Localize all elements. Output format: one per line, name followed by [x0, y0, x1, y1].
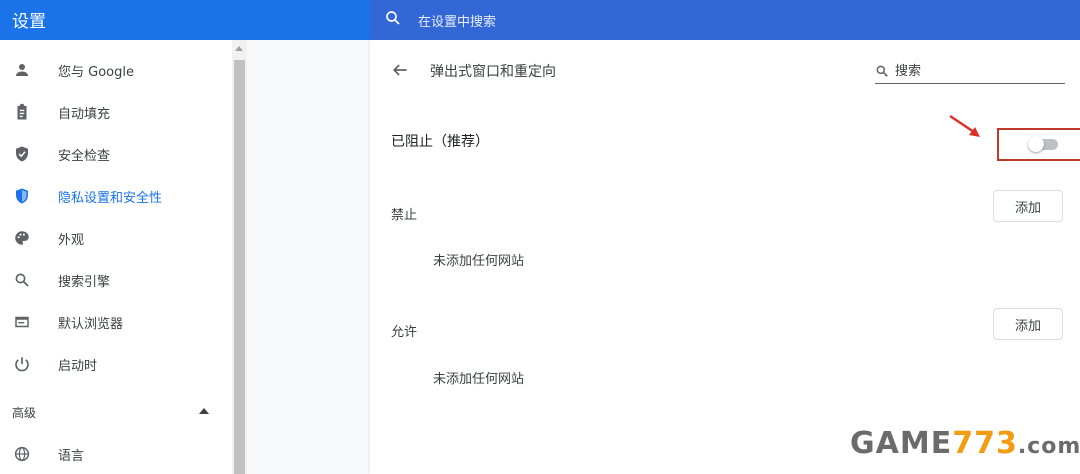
sidebar-item-you-and-google[interactable]: 您与 Google	[0, 50, 232, 90]
watermark-number: 773	[952, 426, 1018, 461]
block-empty-text: 未添加任何网站	[433, 254, 525, 269]
popups-panel: 弹出式窗口和重定向 已阻止（推荐） 禁止 添加 未添加任何网站 允许 添加 未添…	[370, 40, 1080, 474]
panel-title: 弹出式窗口和重定向	[430, 64, 556, 80]
toggle-knob	[1028, 136, 1044, 152]
add-blocked-site-button[interactable]: 添加	[993, 190, 1063, 222]
title-area: 设置	[0, 0, 370, 40]
globe-icon	[12, 444, 32, 464]
add-allowed-site-button[interactable]: 添加	[993, 308, 1063, 340]
block-section-label: 禁止	[391, 208, 418, 223]
sidebar-item-label: 搜索引擎	[58, 274, 111, 290]
panel-search-input[interactable]	[895, 60, 1063, 82]
blocked-recommended-label: 已阻止（推荐）	[391, 134, 489, 150]
watermark-game: GAME	[850, 426, 953, 461]
search-icon	[384, 9, 402, 31]
sidebar-item-appearance[interactable]: 外观	[0, 218, 232, 258]
advanced-label: 高级	[12, 405, 37, 420]
page-title: 设置	[12, 12, 46, 32]
sidebar-item-autofill[interactable]: 自动填充	[0, 92, 232, 132]
allow-empty-text: 未添加任何网站	[433, 372, 525, 387]
sidebar-item-label: 安全检查	[58, 148, 111, 164]
back-button[interactable]	[390, 60, 410, 80]
popups-blocked-toggle[interactable]	[1028, 136, 1060, 152]
sidebar-item-label: 外观	[58, 232, 85, 248]
sidebar-item-label: 启动时	[58, 358, 98, 374]
sidebar-item-default-browser[interactable]: 默认浏览器	[0, 302, 232, 342]
content-gutter	[247, 40, 370, 474]
shield-check-icon	[12, 144, 32, 164]
sidebar-item-label: 默认浏览器	[58, 316, 124, 332]
sidebar-item-label: 隐私设置和安全性	[58, 190, 163, 206]
clipboard-icon	[12, 102, 32, 122]
panel-search[interactable]	[875, 60, 1065, 84]
settings-search[interactable]: 在设置中搜索	[384, 0, 496, 40]
watermark-domain: .com	[1017, 434, 1080, 459]
power-icon	[12, 354, 32, 374]
sidebar-item-on-startup[interactable]: 启动时	[0, 344, 232, 384]
advanced-section-toggle[interactable]: 高级	[0, 392, 232, 432]
allow-section-label: 允许	[391, 325, 418, 340]
chevron-up-icon	[199, 408, 209, 414]
red-arrow-annotation-icon	[949, 115, 980, 137]
watermark-logo: GAME773.com	[850, 426, 1080, 461]
sidebar-item-safety-check[interactable]: 安全检查	[0, 134, 232, 174]
sidebar-item-search-engine[interactable]: 搜索引擎	[0, 260, 232, 300]
sidebar-scrollbar[interactable]	[232, 40, 247, 474]
sidebar-item-label: 您与 Google	[58, 64, 134, 80]
search-icon	[876, 65, 888, 77]
top-bar: 设置 在设置中搜索	[0, 0, 1080, 40]
person-icon	[12, 60, 32, 80]
shield-icon	[12, 186, 32, 206]
scroll-thumb[interactable]	[234, 60, 245, 474]
sidebar-item-languages[interactable]: 语言	[0, 434, 232, 474]
sidebar-item-label: 自动填充	[58, 106, 111, 122]
scroll-up-arrow-icon[interactable]	[235, 46, 243, 51]
palette-icon	[12, 228, 32, 248]
search-icon	[12, 270, 32, 290]
sidebar-item-privacy[interactable]: 隐私设置和安全性	[0, 176, 232, 216]
browser-icon	[12, 312, 32, 332]
settings-search-placeholder[interactable]: 在设置中搜索	[418, 11, 496, 30]
sidebar-item-label: 语言	[58, 448, 85, 464]
sidebar: 您与 Google 自动填充 安全检查 隐私设置和安全性 外观 搜索引擎 默认浏…	[0, 40, 232, 474]
